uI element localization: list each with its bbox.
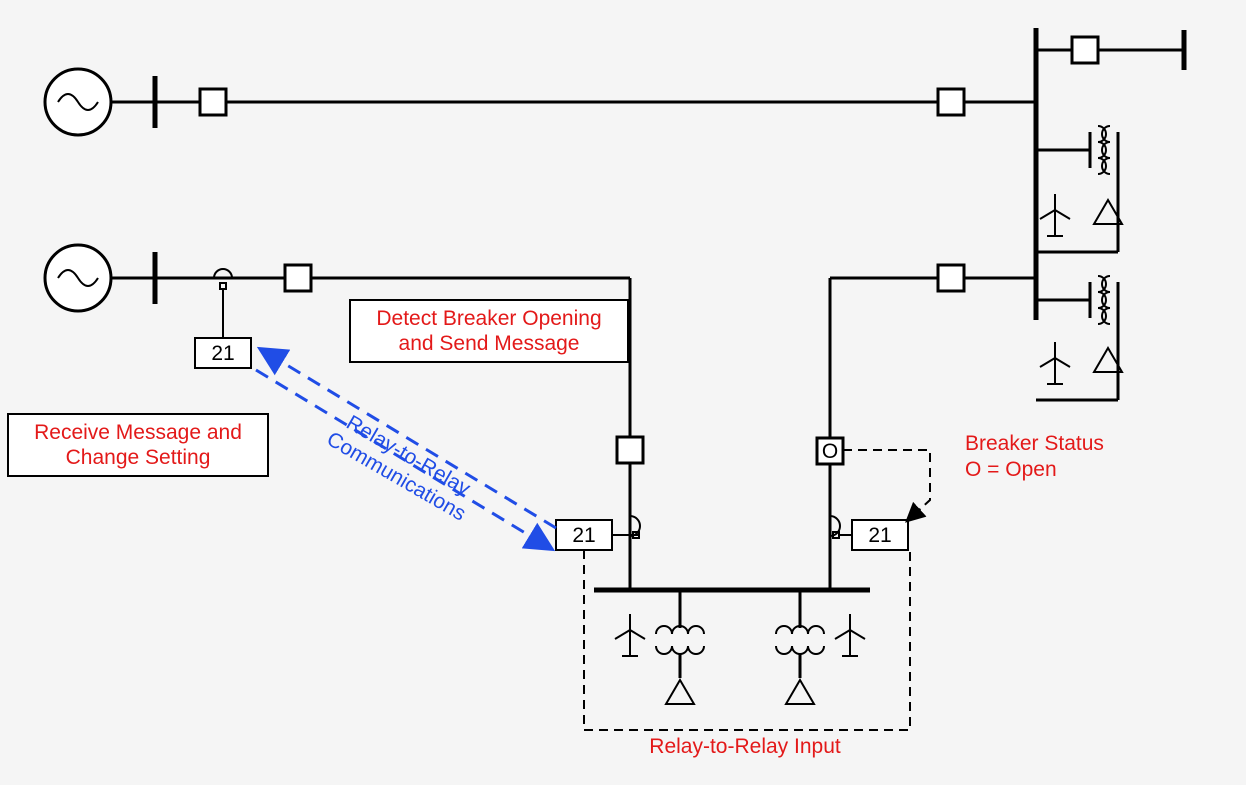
breaker-mid-icon (285, 265, 311, 291)
breaker-drop-left-icon (617, 437, 643, 463)
breaker-status-l2: O = Open (965, 458, 1057, 481)
relay-21-mid-label: 21 (572, 524, 595, 547)
top-right-branch (1036, 30, 1184, 70)
delta-icon-bl (666, 680, 694, 704)
power-system-diagram: 21 Receive Message and Change Setting De… (0, 0, 1246, 785)
relay-21-right-label: 21 (868, 524, 891, 547)
wind-icon-bl (615, 614, 645, 656)
breaker-mid-right-icon (938, 265, 964, 291)
relay-21-left: 21 (195, 338, 251, 368)
wind-icon-2 (1040, 342, 1070, 384)
relay-21-right: 21 (852, 520, 908, 550)
relay-comm-label: Relay-to-Relay Communications (323, 407, 482, 526)
generator-mid-icon (45, 245, 111, 311)
relay-input-label: Relay-to-Relay Input (649, 735, 841, 758)
breaker-top-left-icon (200, 89, 226, 115)
receive-message-box: Receive Message and Change Setting (8, 414, 268, 476)
comm-arrow-up-icon (262, 350, 556, 528)
generator-top-icon (45, 69, 111, 135)
right-xfmr-2 (1036, 276, 1122, 400)
detect-breaker-l2: and Send Message (399, 332, 580, 355)
detect-breaker-l1: Detect Breaker Opening (376, 307, 601, 330)
breaker-status-arrow (843, 450, 930, 520)
top-feeder (45, 69, 1036, 135)
receive-message-l2: Change Setting (66, 446, 211, 469)
receive-message-l1: Receive Message and (34, 421, 242, 444)
relay-21-mid: 21 (556, 520, 630, 550)
breaker-top-right-icon (938, 89, 964, 115)
right-xfmr-1 (1036, 126, 1122, 252)
drop-right: O (817, 278, 852, 588)
wind-icon-1 (1040, 194, 1070, 236)
breaker-status-label: Breaker Status O = Open (965, 432, 1104, 481)
bottom-xfmr-left (615, 590, 704, 704)
delta-icon-br (786, 680, 814, 704)
breaker-top-branch-icon (1072, 37, 1098, 63)
relay-21-left-label: 21 (211, 342, 234, 365)
bottom-xfmr-right (776, 590, 865, 704)
detect-breaker-box: Detect Breaker Opening and Send Message (350, 300, 628, 362)
relay-input-path (584, 550, 910, 730)
wind-icon-br (835, 614, 865, 656)
breaker-open-symbol: O (822, 440, 838, 463)
breaker-status-l1: Breaker Status (965, 432, 1104, 455)
